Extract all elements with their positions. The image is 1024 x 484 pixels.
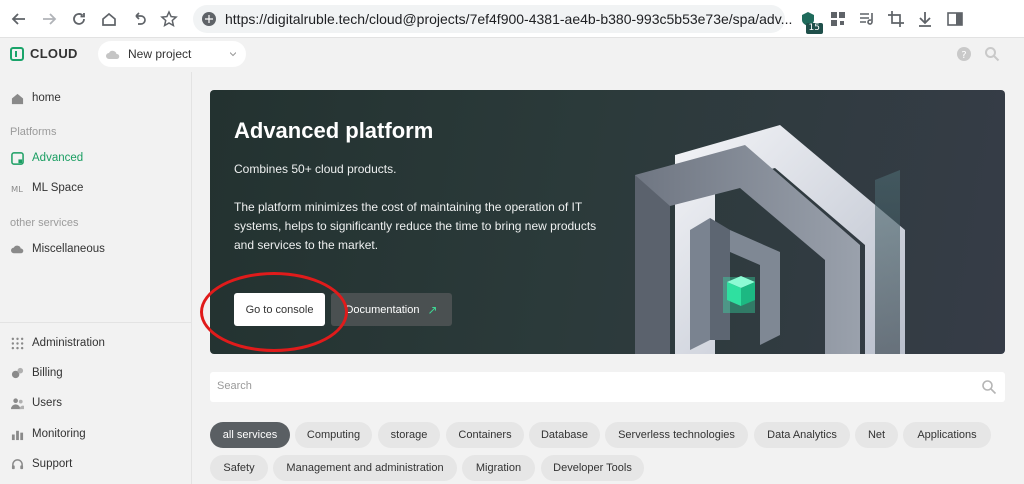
extension-icon[interactable]: 15 [797, 8, 823, 34]
sidebar-divider [0, 322, 192, 323]
users-icon [10, 396, 24, 410]
crop-icon[interactable] [885, 8, 907, 30]
sidebar-item-billing[interactable]: Billing [10, 363, 63, 383]
cloud-logo[interactable]: CLOUD [10, 46, 78, 61]
chip-safety[interactable]: Safety [210, 455, 268, 481]
qr-icon[interactable] [827, 8, 849, 30]
cloud-logo-icon [10, 46, 24, 61]
chevron-down-icon [230, 52, 236, 57]
cloud-icon [10, 242, 24, 256]
sidebar-item-label: home [32, 92, 61, 104]
hero-subtitle: Combines 50+ cloud products. [234, 162, 397, 176]
search-placeholder: Search [217, 380, 252, 392]
sidebar-section-other: other services [10, 217, 79, 229]
project-name: New project [128, 47, 192, 61]
hero-description: The platform minimizes the cost of maint… [234, 200, 597, 252]
chip-data-analytics[interactable]: Data Analytics [754, 422, 850, 448]
ml-icon: ML [10, 181, 24, 195]
back-icon[interactable] [8, 8, 30, 30]
hero-title: Advanced platform [234, 118, 434, 143]
logo-text: CLOUD [30, 46, 78, 61]
sidebar-item-users[interactable]: Users [10, 393, 62, 413]
sidebar-section-platforms: Platforms [10, 126, 57, 138]
advanced-platform-icon [10, 151, 24, 165]
search-icon[interactable] [984, 46, 1000, 62]
grid-icon [10, 336, 24, 350]
side-panel-icon[interactable] [944, 8, 966, 30]
app-header: CLOUD New project ? [0, 38, 1024, 72]
sidebar: home Platforms Advanced ML ML Space othe… [0, 72, 192, 484]
extension-badge: 15 [805, 23, 823, 34]
external-link-icon: ↗ [427, 302, 438, 317]
undo-icon[interactable] [128, 8, 150, 30]
forward-icon[interactable] [38, 8, 60, 30]
chip-net[interactable]: Net [855, 422, 898, 448]
sidebar-item-administration[interactable]: Administration [10, 333, 105, 353]
media-playlist-icon[interactable] [856, 8, 878, 30]
bar-chart-icon [10, 427, 24, 441]
reload-icon[interactable] [68, 8, 90, 30]
sidebar-item-label: Billing [32, 367, 63, 379]
platform-illustration [635, 125, 905, 354]
documentation-button[interactable]: Documentation ↗ [331, 293, 452, 326]
sidebar-item-label: Advanced [32, 152, 84, 164]
sidebar-item-home[interactable]: home [10, 88, 61, 108]
home-icon[interactable] [98, 8, 120, 30]
chip-migration[interactable]: Migration [462, 455, 535, 481]
services-search-input[interactable]: Search [210, 372, 1005, 402]
sidebar-item-label: Monitoring [32, 428, 86, 440]
download-icon[interactable] [914, 8, 936, 30]
chip-management[interactable]: Management and administration [273, 455, 457, 481]
chip-database[interactable]: Database [529, 422, 600, 448]
address-bar[interactable]: https://digitalruble.tech/cloud@projects… [193, 5, 792, 33]
home-icon [10, 91, 24, 105]
sidebar-item-label: Miscellaneous [32, 243, 105, 255]
headset-icon [10, 457, 24, 471]
url-text: https://digitalruble.tech/cloud@projects… [225, 11, 793, 27]
sidebar-item-advanced[interactable]: Advanced [10, 148, 83, 168]
sidebar-item-ml-space[interactable]: ML ML Space [10, 178, 84, 198]
site-info-icon[interactable] [201, 11, 217, 27]
sidebar-item-label: ML Space [32, 182, 84, 194]
sidebar-item-monitoring[interactable]: Monitoring [10, 424, 86, 444]
chip-computing[interactable]: Computing [295, 422, 372, 448]
svg-text:ML: ML [11, 184, 23, 194]
svg-text:?: ? [961, 50, 966, 61]
bookmark-star-icon[interactable] [158, 8, 180, 30]
chip-all-services[interactable]: all services [210, 422, 290, 448]
sidebar-item-label: Users [32, 397, 63, 409]
chip-containers[interactable]: Containers [446, 422, 524, 448]
sidebar-item-miscellaneous[interactable]: Miscellaneous [10, 239, 105, 259]
sidebar-item-label: Administration [32, 337, 105, 349]
browser-toolbar: https://digitalruble.tech/cloud@projects… [0, 0, 1024, 38]
sidebar-item-support[interactable]: Support [10, 454, 72, 474]
chip-storage[interactable]: storage [378, 422, 440, 448]
search-icon[interactable] [981, 379, 997, 395]
annotation-highlight [200, 272, 348, 352]
project-selector[interactable]: New project [98, 41, 246, 67]
cloud-icon [106, 50, 120, 59]
documentation-label: Documentation [345, 303, 420, 316]
chip-applications[interactable]: Applications [903, 422, 991, 448]
sidebar-item-label: Support [32, 458, 73, 470]
help-icon[interactable]: ? [956, 46, 972, 62]
chip-serverless[interactable]: Serverless technologies [605, 422, 748, 448]
billing-icon [10, 366, 24, 380]
chip-developer-tools[interactable]: Developer Tools [541, 455, 644, 481]
